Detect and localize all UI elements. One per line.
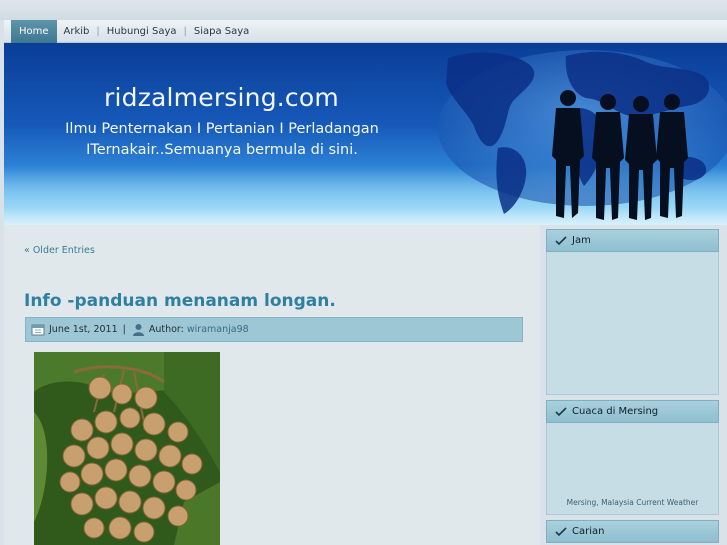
widget-title: Cuaca di Mersing	[572, 406, 659, 417]
site-tagline: Ilmu Penternakan I Pertanian I Perladang…	[62, 119, 382, 161]
weather-link[interactable]: Mersing, Malaysia Current Weather	[547, 498, 718, 507]
widget-search: Carian	[546, 520, 719, 543]
tagline-line-2: ITernakair..Semuanya bermula di sini.	[86, 142, 358, 158]
widget-title: Carian	[572, 526, 605, 537]
tagline-line-1: Ilmu Penternakan I Pertanian I Perladang…	[65, 121, 379, 137]
author-link[interactable]: wiramanja98	[187, 324, 249, 335]
nav-hubungi-saya[interactable]: Hubungi Saya	[100, 20, 184, 43]
widget-header: Carian	[546, 520, 719, 543]
check-icon	[555, 235, 567, 245]
longan-fruit-image	[34, 352, 220, 545]
post-date: June 1st, 2011	[49, 324, 118, 335]
widget-weather: Cuaca di Mersing Mersing, Malaysia Curre…	[546, 400, 719, 515]
clock-widget-body	[546, 252, 719, 395]
main-content: « Older Entries Info -panduan menanam lo…	[4, 225, 540, 545]
site-header-banner: ridzalmersing.com Ilmu Penternakan I Per…	[4, 43, 727, 225]
author-label: Author:	[148, 324, 184, 335]
check-icon	[555, 406, 567, 416]
check-icon	[555, 526, 567, 536]
nav-home[interactable]: Home	[11, 19, 57, 43]
author-icon	[132, 323, 145, 337]
weather-widget-body: Mersing, Malaysia Current Weather	[546, 423, 719, 515]
widget-title: Jam	[572, 235, 591, 246]
older-entries-link[interactable]: « Older Entries	[24, 245, 95, 256]
nav-arkib[interactable]: Arkib	[57, 20, 97, 43]
sidebar: Jam Cuaca di Mersing Mersing, Malaysia C…	[546, 229, 719, 543]
post-meta-bar: June 1st, 2011 | Author: wiramanja98	[25, 317, 523, 342]
meta-separator: |	[122, 324, 126, 335]
widget-jam: Jam	[546, 229, 719, 395]
top-strip	[0, 0, 727, 20]
nav-siapa-saya[interactable]: Siapa Saya	[187, 20, 256, 43]
calendar-icon	[31, 323, 45, 336]
widget-header: Cuaca di Mersing	[546, 400, 719, 423]
top-navigation: Home Arkib | Hubungi Saya | Siapa Saya	[4, 19, 727, 43]
widget-header: Jam	[546, 229, 719, 252]
site-title[interactable]: ridzalmersing.com	[104, 83, 339, 112]
post-title[interactable]: Info -panduan menanam longan.	[24, 291, 336, 311]
world-map-businessmen-image	[438, 50, 727, 220]
